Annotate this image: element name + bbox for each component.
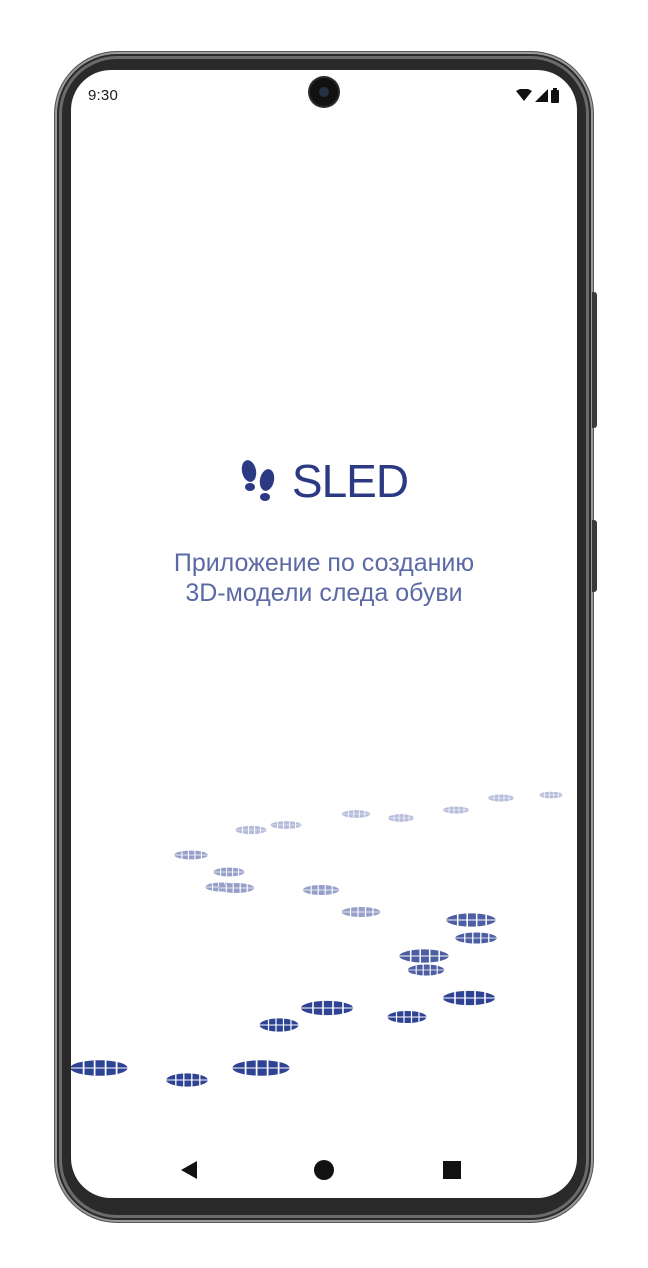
status-bar: 9:30 xyxy=(71,70,577,116)
tagline-line-1: Приложение по созданию xyxy=(173,549,475,577)
app-logo: SLED xyxy=(71,454,577,508)
status-time: 9:30 xyxy=(88,87,118,104)
battery-icon xyxy=(551,87,559,103)
nav-home-button[interactable] xyxy=(306,1154,342,1186)
system-nav-bar xyxy=(71,1142,577,1198)
footprints-trail-illustration xyxy=(71,791,564,1088)
tagline-line-2: 3D-модели следа обуви xyxy=(185,579,463,607)
back-icon xyxy=(181,1161,197,1179)
nav-recents-button[interactable] xyxy=(434,1154,470,1186)
app-name: SLED xyxy=(291,455,409,507)
app-tagline: Приложение по созданию 3D-модели следа о… xyxy=(71,548,577,608)
power-button xyxy=(592,292,597,428)
wifi-icon xyxy=(516,89,532,101)
signal-icon xyxy=(535,88,548,102)
status-icons xyxy=(516,87,559,103)
nav-back-button[interactable] xyxy=(171,1154,207,1186)
footprints-icon xyxy=(241,460,275,501)
recents-icon xyxy=(443,1161,461,1179)
front-camera xyxy=(310,78,338,106)
screen: 9:30 SLED Приложение по созданию 3D-моде… xyxy=(71,70,577,1198)
home-icon xyxy=(314,1160,334,1180)
volume-button xyxy=(592,520,597,592)
